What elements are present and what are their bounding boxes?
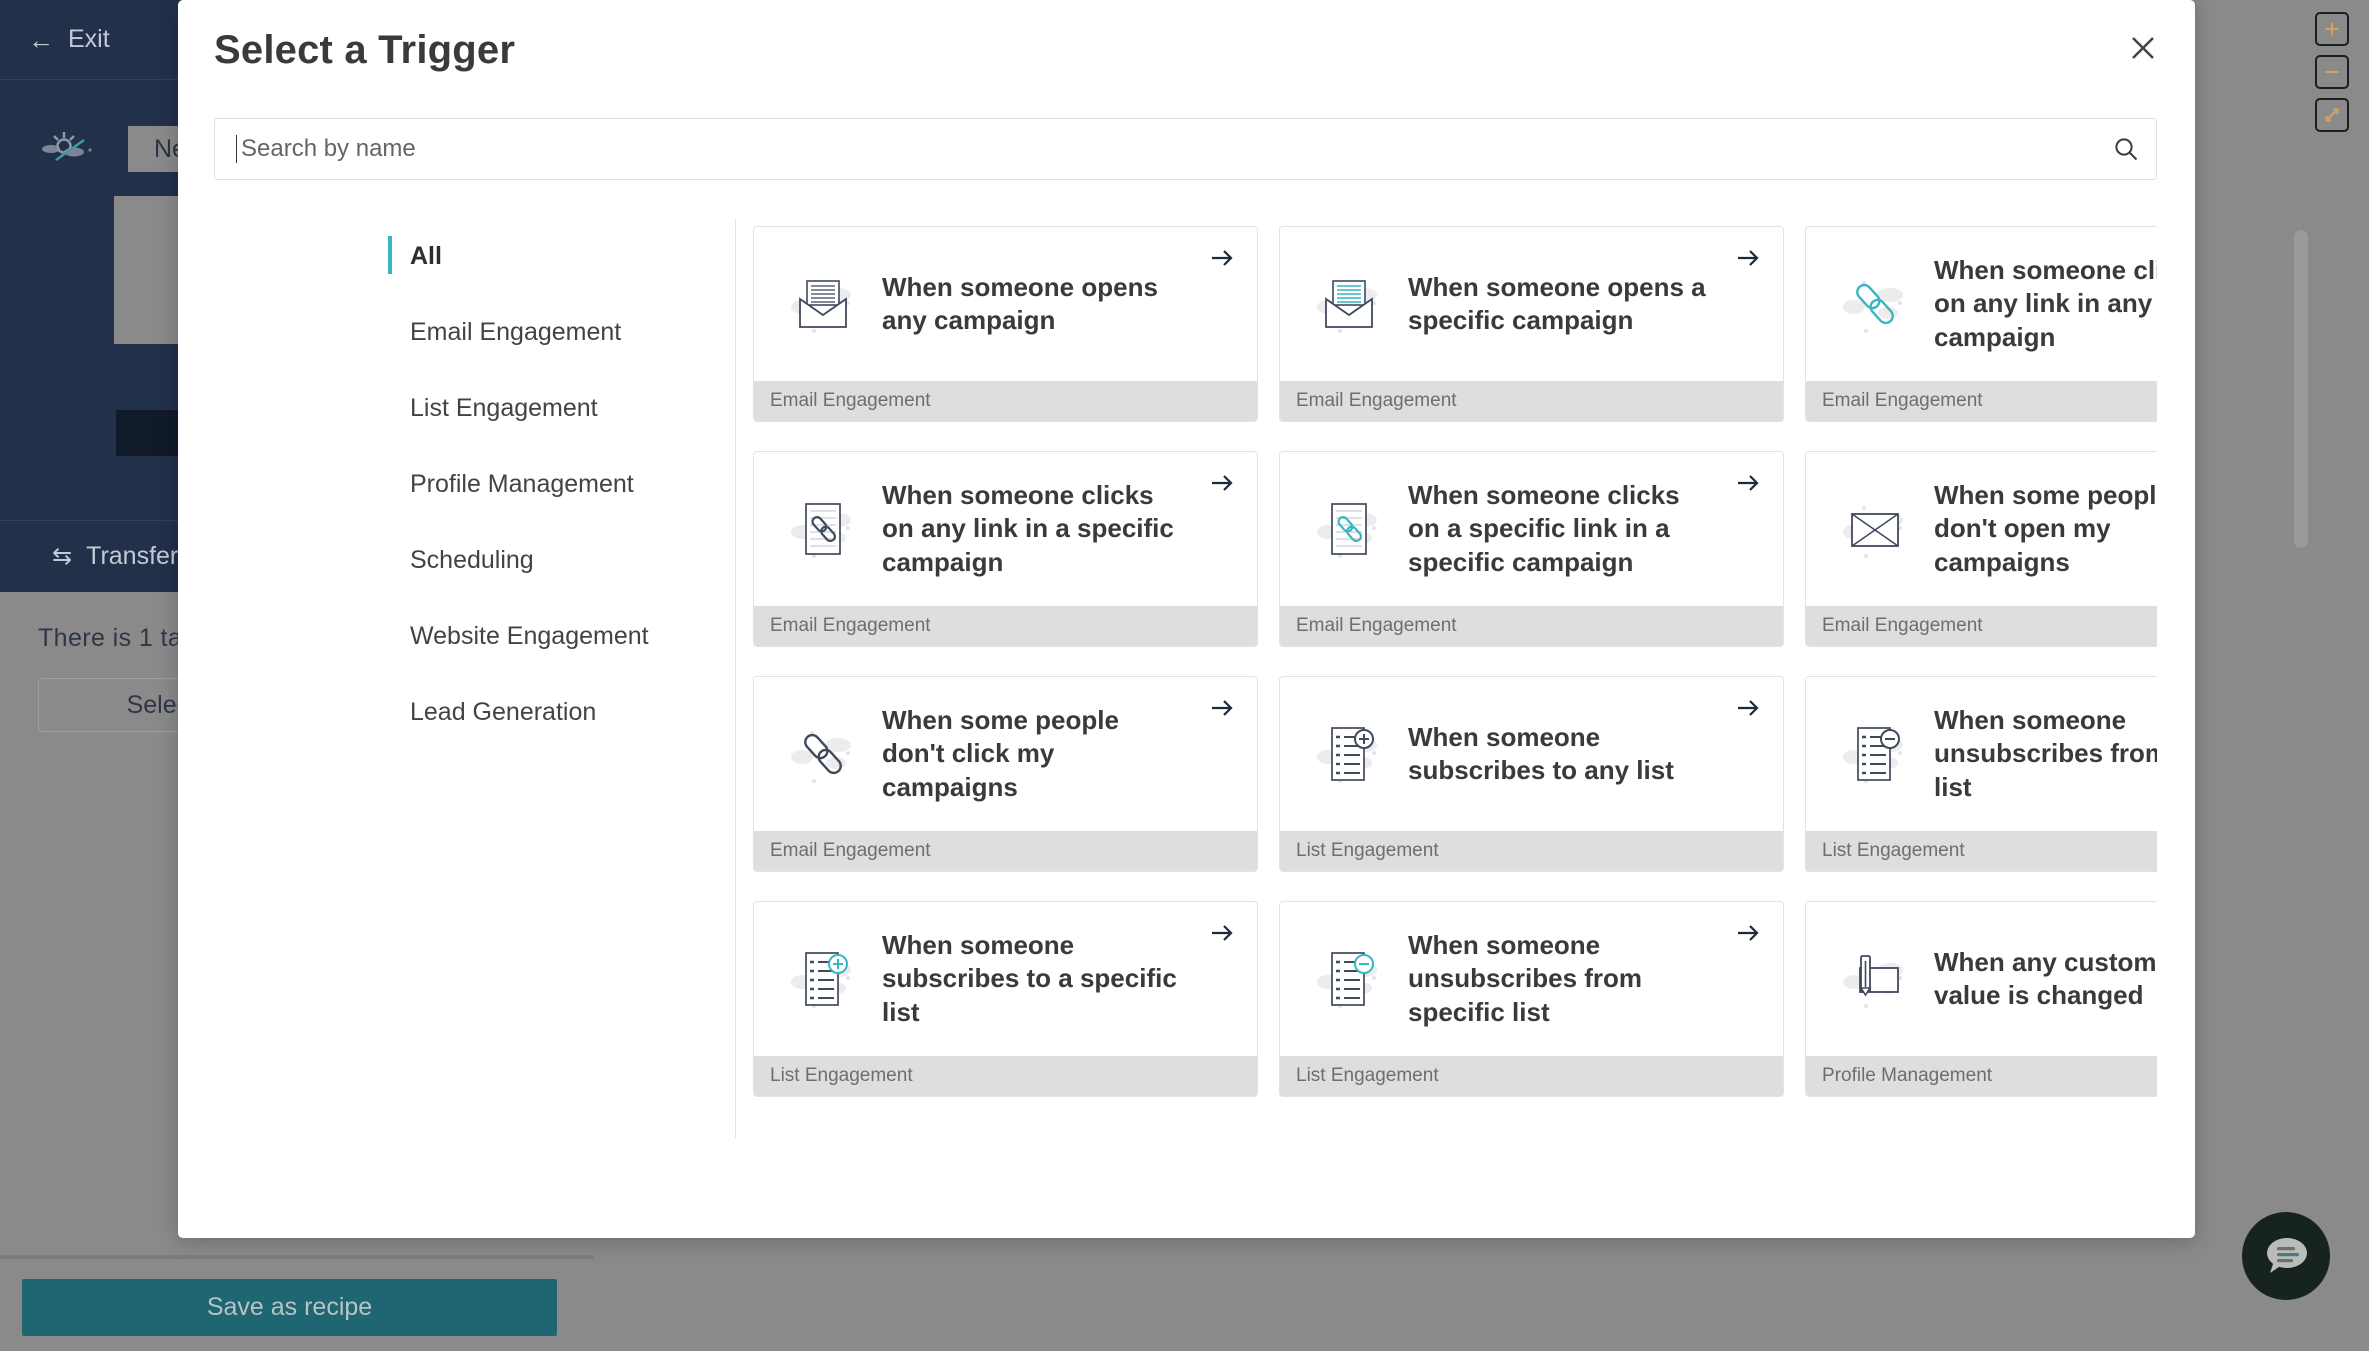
category-item-label: Website Engagement bbox=[410, 621, 649, 650]
trigger-card-body: When someone clicks on any link in a spe… bbox=[754, 452, 1257, 606]
trigger-card-title: When any custom field value is changed bbox=[1934, 946, 2157, 1010]
trigger-card-category: Email Engagement bbox=[754, 381, 1257, 421]
trigger-card-body: When someone clicks on a specific link i… bbox=[1280, 452, 1783, 606]
trigger-card-title: When someone subscribes to a specific li… bbox=[882, 930, 1177, 1027]
trigger-card-title: When someone clicks on any link in a spe… bbox=[882, 480, 1174, 577]
open-envelope-icon bbox=[1306, 265, 1392, 343]
category-item-all[interactable]: All bbox=[388, 218, 735, 294]
list-minus-icon bbox=[1832, 715, 1918, 793]
arrow-right-icon[interactable] bbox=[1209, 920, 1235, 946]
trigger-card[interactable]: When someone opens any campaign Email En… bbox=[753, 226, 1258, 422]
select-trigger-modal: Select a Trigger All Email Engagement List… bbox=[178, 0, 2308, 1238]
custom-field-pencil-icon bbox=[1832, 940, 1918, 1018]
category-item-label: Lead Generation bbox=[410, 697, 597, 726]
trigger-cards-grid: When someone opens any campaign Email En… bbox=[753, 218, 2157, 1097]
trigger-card-title: When someone clicks on a specific link i… bbox=[1408, 480, 1680, 577]
trigger-card-category: Email Engagement bbox=[1280, 381, 1783, 421]
arrow-right-icon[interactable] bbox=[1735, 470, 1761, 496]
trigger-card-category: Email Engagement bbox=[754, 606, 1257, 646]
trigger-card-body: When someone clicks on any link in any c… bbox=[1806, 227, 2157, 381]
trigger-card-body: When someone subscribes to any list bbox=[1280, 677, 1783, 831]
trigger-card[interactable]: When someone clicks on a specific link i… bbox=[1279, 451, 1784, 647]
trigger-card-body: When someone opens any campaign bbox=[754, 227, 1257, 381]
trigger-card[interactable]: When someone clicks on any link in any c… bbox=[1805, 226, 2157, 422]
category-item-label: Email Engagement bbox=[410, 317, 622, 346]
link-icon bbox=[1832, 265, 1918, 343]
trigger-card-body: When any custom field value is changed bbox=[1806, 902, 2157, 1056]
trigger-card-category: Profile Management bbox=[1806, 1056, 2157, 1096]
trigger-card[interactable]: When someone subscribes to a specific li… bbox=[753, 901, 1258, 1097]
arrow-right-icon[interactable] bbox=[1735, 695, 1761, 721]
arrow-right-icon[interactable] bbox=[1209, 470, 1235, 496]
trigger-card-title: When someone subscribes to any list bbox=[1408, 721, 1674, 785]
trigger-card[interactable]: When someone clicks on any link in a spe… bbox=[753, 451, 1258, 647]
category-item-website-engagement[interactable]: Website Engagement bbox=[388, 598, 735, 674]
scrollbar-thumb[interactable] bbox=[2294, 230, 2308, 548]
document-link-icon bbox=[1306, 490, 1392, 568]
trigger-card-title: When someone clicks on any link in any c… bbox=[1934, 255, 2157, 352]
trigger-card-body: When someone unsubscribes from specific … bbox=[1280, 902, 1783, 1056]
trigger-card[interactable]: When some people don't open my campaigns… bbox=[1805, 451, 2157, 647]
list-plus-icon bbox=[1306, 715, 1392, 793]
trigger-card[interactable]: When some people don't click my campaign… bbox=[753, 676, 1258, 872]
arrow-right-icon[interactable] bbox=[1735, 920, 1761, 946]
modal-overlay: Select a Trigger All Email Engagement List… bbox=[0, 0, 2369, 1351]
category-list: All Email Engagement List Engagement Profil… bbox=[388, 218, 736, 1138]
category-item-label: Profile Management bbox=[410, 469, 634, 498]
trigger-card[interactable]: When any custom field value is changed P… bbox=[1805, 901, 2157, 1097]
trigger-card-category: List Engagement bbox=[754, 1056, 1257, 1096]
arrow-right-icon[interactable] bbox=[1735, 245, 1761, 271]
search-icon[interactable] bbox=[2096, 119, 2156, 179]
arrow-right-icon[interactable] bbox=[1209, 695, 1235, 721]
page-title: Select a Trigger bbox=[214, 28, 516, 72]
trigger-card-body: When someone opens a specific campaign bbox=[1280, 227, 1783, 381]
list-plus-icon bbox=[780, 940, 866, 1018]
category-item-label: All bbox=[410, 241, 442, 270]
trigger-card-category: List Engagement bbox=[1280, 1056, 1783, 1096]
category-item-list-engagement[interactable]: List Engagement bbox=[388, 370, 735, 446]
trigger-card[interactable]: When someone unsubscribes from any list … bbox=[1805, 676, 2157, 872]
category-item-label: List Engagement bbox=[410, 393, 598, 422]
vertical-scrollbar[interactable] bbox=[2294, 226, 2308, 1146]
list-minus-icon bbox=[1306, 940, 1392, 1018]
category-item-email-engagement[interactable]: Email Engagement bbox=[388, 294, 735, 370]
trigger-card-category: Email Engagement bbox=[754, 831, 1257, 871]
search-bar[interactable] bbox=[214, 118, 2157, 180]
trigger-card-category: Email Engagement bbox=[1806, 606, 2157, 646]
trigger-card-body: When some people don't open my campaigns bbox=[1806, 452, 2157, 606]
trigger-card-category: List Engagement bbox=[1280, 831, 1783, 871]
trigger-cards-viewport: When someone opens any campaign Email En… bbox=[753, 218, 2157, 1150]
trigger-card-body: When some people don't click my campaign… bbox=[754, 677, 1257, 831]
trigger-card[interactable]: When someone subscribes to any list List… bbox=[1279, 676, 1784, 872]
closed-envelope-icon bbox=[1832, 490, 1918, 568]
trigger-card-category: List Engagement bbox=[1806, 831, 2157, 871]
document-link-icon bbox=[780, 490, 866, 568]
trigger-card-category: Email Engagement bbox=[1806, 381, 2157, 421]
search-input[interactable] bbox=[237, 135, 2096, 163]
trigger-card-category: Email Engagement bbox=[1280, 606, 1783, 646]
trigger-card-title: When some people don't click my campaign… bbox=[882, 705, 1119, 802]
trigger-card-title: When some people don't open my campaigns bbox=[1934, 480, 2157, 577]
category-item-profile-management[interactable]: Profile Management bbox=[388, 446, 735, 522]
arrow-right-icon[interactable] bbox=[1209, 245, 1235, 271]
trigger-card-body: When someone unsubscribes from any list bbox=[1806, 677, 2157, 831]
trigger-card-body: When someone subscribes to a specific li… bbox=[754, 902, 1257, 1056]
trigger-card-title: When someone unsubscribes from specific … bbox=[1408, 930, 1643, 1027]
category-item-scheduling[interactable]: Scheduling bbox=[388, 522, 735, 598]
trigger-card-title: When someone opens any campaign bbox=[882, 271, 1158, 335]
trigger-card-title: When someone opens a specific campaign bbox=[1408, 271, 1706, 335]
trigger-card[interactable]: When someone opens a specific campaign E… bbox=[1279, 226, 1784, 422]
trigger-card-title: When someone unsubscribes from any list bbox=[1934, 705, 2157, 802]
open-envelope-icon bbox=[780, 265, 866, 343]
link-icon bbox=[780, 715, 866, 793]
category-item-lead-generation[interactable]: Lead Generation bbox=[388, 674, 735, 750]
category-item-label: Scheduling bbox=[410, 545, 534, 574]
trigger-card[interactable]: When someone unsubscribes from specific … bbox=[1279, 901, 1784, 1097]
close-icon[interactable] bbox=[2121, 26, 2165, 70]
